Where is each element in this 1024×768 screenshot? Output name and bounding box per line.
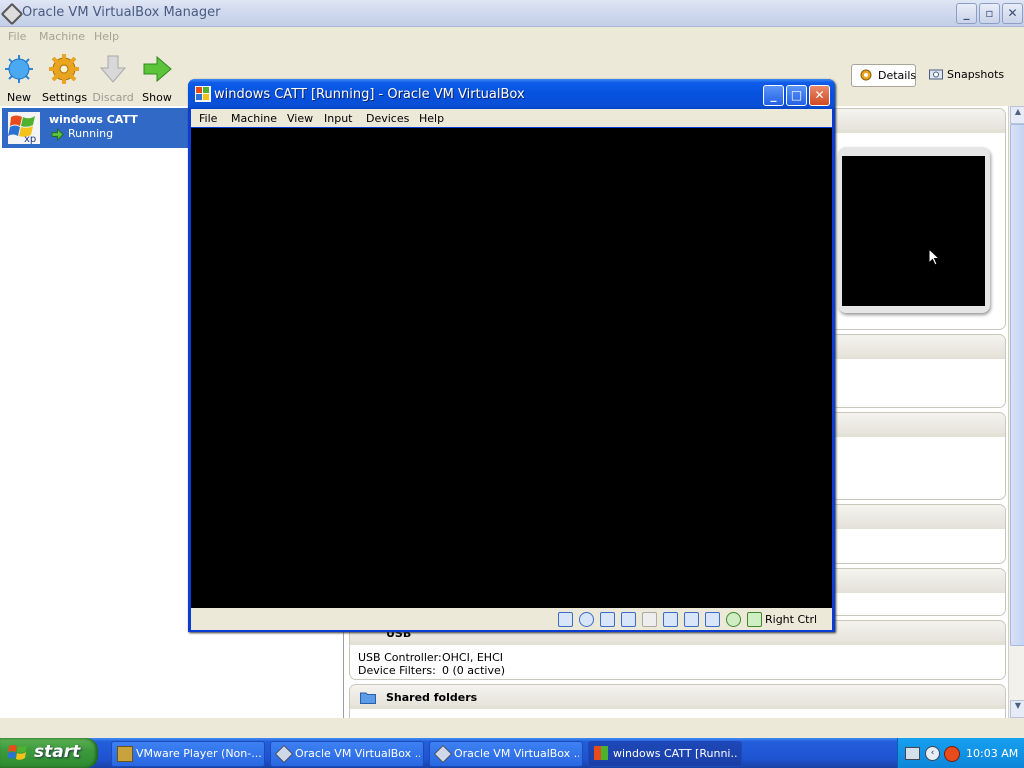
vm-menu-file[interactable]: File [199,112,217,125]
task-vmware-player[interactable]: VMware Player (Non-... [111,741,265,767]
settings-label: Settings [42,91,88,104]
snapshots-label: Snapshots [947,68,1005,81]
task-label: VMware Player (Non-... [136,747,261,760]
optical-drive-icon[interactable] [579,612,594,627]
system-tray: ‹ 10:03 AM [897,738,1024,768]
cpu-icon[interactable] [705,612,720,627]
usb-controller-value: OHCI, EHCI [442,651,503,664]
vm-window[interactable]: windows CATT [Running] - Oracle VM Virtu… [188,79,835,632]
shared-folders-icon[interactable] [642,612,657,627]
show-label: Show [142,91,172,104]
scrollbar-thumb[interactable] [1010,124,1024,646]
vm-menu-devices[interactable]: Devices [366,112,409,125]
taskbar: start VMware Player (Non-... Oracle VM V… [0,738,1024,768]
scrollbar-up-arrow[interactable]: ▲ [1010,106,1024,124]
manager-menubar: File Machine Help [0,27,1024,45]
display-icon[interactable] [663,612,678,627]
windows-xp-icon [594,746,608,760]
task-virtualbox-2[interactable]: Oracle VM VirtualBox ... [429,741,583,767]
windows-flag-icon [8,745,27,760]
vm-maximize-button[interactable]: □ [786,85,807,106]
windows-xp-logo-icon: xp [8,112,40,144]
minimize-button[interactable]: _ [956,3,977,24]
vm-name: windows CATT [49,113,138,126]
manager-title: Oracle VM VirtualBox Manager [22,5,221,20]
vm-titlebar[interactable]: windows CATT [Running] - Oracle VM Virtu… [188,79,835,109]
task-label: Oracle VM VirtualBox ... [295,747,420,760]
new-sun-icon [5,55,33,83]
details-button[interactable]: Details [851,64,916,87]
preview-frame [838,147,990,313]
network-icon[interactable] [600,612,615,627]
vm-statusbar: Right Ctrl [191,608,832,630]
svg-text:xp: xp [24,134,36,144]
network-tray-icon[interactable] [905,747,920,760]
menu-help[interactable]: Help [94,30,119,43]
vm-state: Running [68,127,114,140]
running-arrow-icon [51,128,64,141]
usb-filters-value: 0 (0 active) [442,664,506,677]
virtualbox-icon [0,2,24,26]
discard-arrow-down-icon [99,55,127,83]
vm-window-xp-icon [195,86,211,102]
close-button[interactable]: ✕ [1002,3,1023,24]
video-capture-icon[interactable] [684,612,699,627]
usb-icon[interactable] [621,612,636,627]
mouse-integration-icon[interactable] [726,612,741,627]
virtualbox-icon [433,744,453,764]
virtualbox-icon [274,744,294,764]
start-label: start [34,742,81,762]
hard-disk-icon[interactable] [558,612,573,627]
manager-titlebar[interactable]: Oracle VM VirtualBox Manager _ ▫ ✕ [0,0,1024,27]
vm-menubar: File Machine View Input Devices Help [191,109,832,127]
scrollbar-down-arrow[interactable]: ▼ [1010,700,1024,718]
new-label: New [7,91,31,104]
vm-screen[interactable] [191,128,832,608]
host-key-label: Right Ctrl [765,613,818,626]
usb-filters-label: Device Filters: [358,664,436,677]
vm-list-item[interactable]: xp windows CATT Running [2,108,188,148]
menu-machine[interactable]: Machine [39,30,85,43]
manager-status-strip [0,718,1024,738]
clock: 10:03 AM [966,747,1019,760]
folder-icon [360,692,376,704]
snapshots-button[interactable]: Snapshots [926,64,1004,85]
camera-icon [929,69,943,80]
shared-folders-header[interactable]: Shared folders [350,685,1005,709]
security-tray-icon[interactable] [944,746,960,762]
vm-menu-machine[interactable]: Machine [231,112,277,125]
vmware-icon [117,746,133,762]
discard-label: Discard [92,91,134,104]
task-label: windows CATT [Runni... [613,747,738,760]
vm-menu-input[interactable]: Input [324,112,352,125]
vm-menu-view[interactable]: View [287,112,313,125]
vm-menu-help[interactable]: Help [419,112,444,125]
task-label: Oracle VM VirtualBox ... [454,747,579,760]
shared-folders-title: Shared folders [386,691,478,704]
vm-close-button[interactable]: ✕ [809,85,830,106]
usb-controller-label: USB Controller: [358,651,442,664]
task-virtualbox-1[interactable]: Oracle VM VirtualBox ... [270,741,424,767]
gear-icon [49,54,79,84]
task-windows-catt[interactable]: windows CATT [Runni... [588,741,742,767]
start-button[interactable]: start [0,738,98,768]
details-gear-icon [860,69,872,81]
host-key-arrow-icon[interactable] [747,612,762,627]
mouse-cursor-icon [928,248,940,266]
maximize-button[interactable]: ▫ [979,3,1000,24]
show-arrow-right-icon [143,55,172,83]
shared-folders-section: Shared folders [349,684,1006,719]
vm-window-title: windows CATT [Running] - Oracle VM Virtu… [214,87,525,102]
details-scrollbar[interactable]: ▲ ▼ [1008,106,1024,718]
preview-screen [842,156,985,306]
menu-file[interactable]: File [8,30,26,43]
tray-expand-icon[interactable]: ‹ [925,746,940,761]
details-label: Details [878,69,917,82]
vm-minimize-button[interactable]: _ [763,85,784,106]
